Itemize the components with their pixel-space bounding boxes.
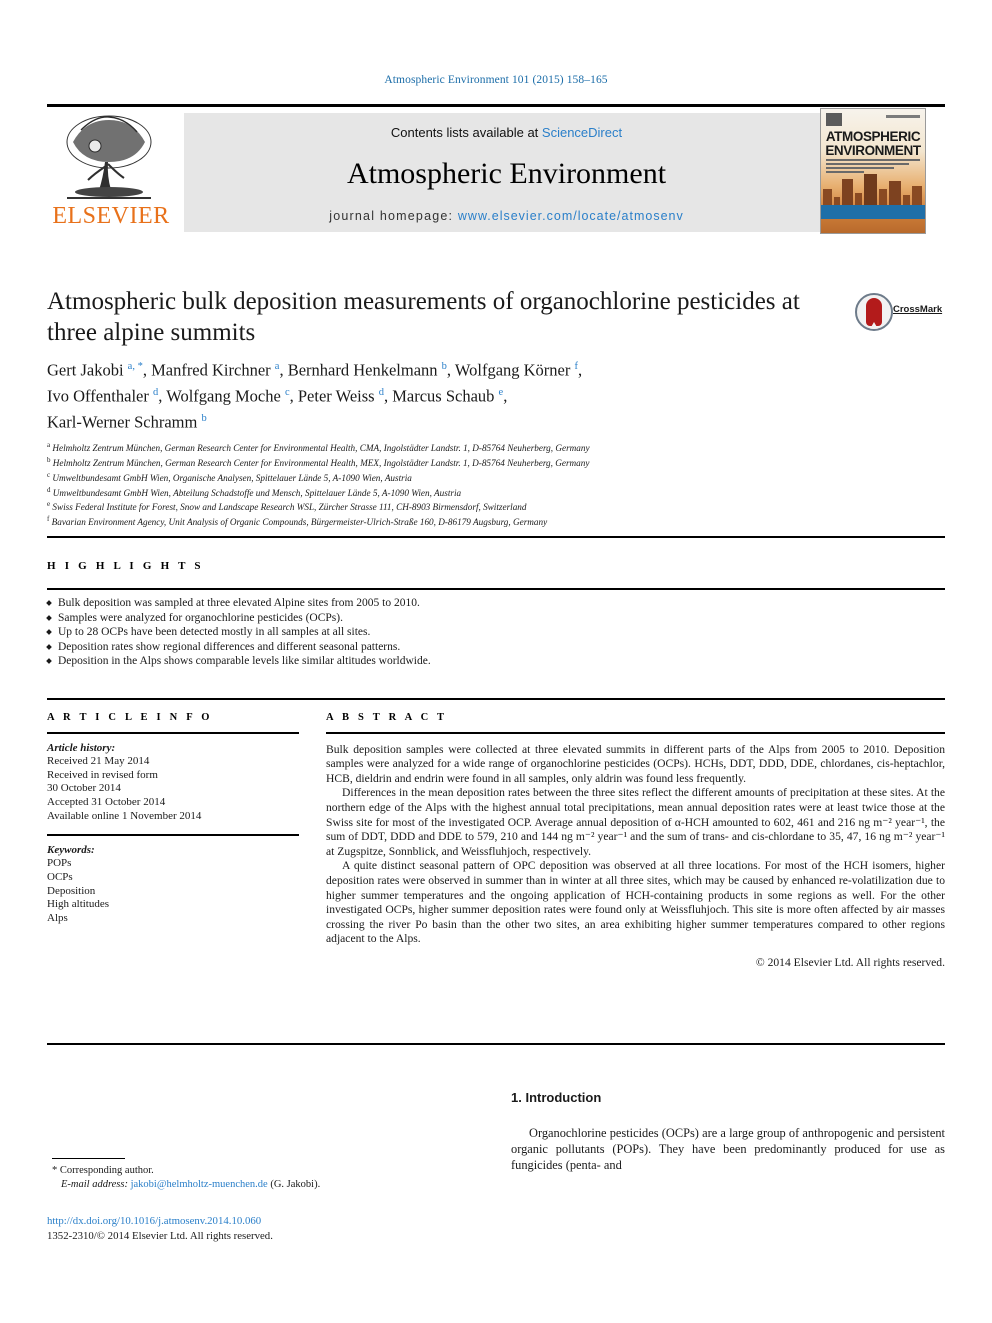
homepage-url-link[interactable]: www.elsevier.com/locate/atmosenv xyxy=(458,209,684,223)
article-info-heading: A R T I C L E I N F O xyxy=(47,712,213,723)
article-history-item: Received 21 May 2014 xyxy=(47,755,150,768)
article-info-divider xyxy=(47,834,299,836)
email-suffix: (G. Jakobi). xyxy=(267,1179,321,1190)
author-line-1: Gert Jakobi a, *, Manfred Kirchner a, Be… xyxy=(47,360,583,380)
corresponding-author-line: * Corresponding author. xyxy=(52,1165,154,1176)
abstract-paragraph: Differences in the mean deposition rates… xyxy=(326,786,945,858)
doi-link[interactable]: http://dx.doi.org/10.1016/j.atmosenv.201… xyxy=(47,1214,507,1229)
crossmark-badge[interactable]: CrossMark xyxy=(855,293,945,331)
cover-water-band xyxy=(821,205,925,219)
affiliation-item: e Swiss Federal Institute for Forest, Sn… xyxy=(47,500,527,513)
author-list: Gert Jakobi a, *, Manfred Kirchner a, Be… xyxy=(47,356,817,434)
highlight-item: Bulk deposition was sampled at three ele… xyxy=(46,596,907,611)
elsevier-logo: ELSEVIER xyxy=(47,112,175,232)
highlights-top-rule xyxy=(47,536,945,538)
cover-header-text xyxy=(886,115,920,118)
affiliation-item: b Helmholtz Zentrum München, German Rese… xyxy=(47,455,590,468)
abstract-rule xyxy=(326,732,945,734)
article-history-block: Article history: Received 21 May 2014 Rec… xyxy=(47,742,299,824)
abstract-body: Bulk deposition samples were collected a… xyxy=(326,743,945,947)
abstract-paragraph: Bulk deposition samples were collected a… xyxy=(326,742,945,785)
affiliation-item: a Helmholtz Zentrum München, German Rese… xyxy=(47,441,590,454)
keyword-item: POPs xyxy=(47,857,72,870)
cover-elsevier-mark xyxy=(826,113,842,126)
sciencedirect-link[interactable]: ScienceDirect xyxy=(542,125,622,140)
crossmark-label: CrossMark xyxy=(893,304,943,315)
highlight-item: Deposition in the Alps shows comparable … xyxy=(46,654,907,669)
highlights-mid-rule xyxy=(47,588,945,590)
masthead-top-rule xyxy=(47,104,945,107)
article-page: Atmospheric Environment 101 (2015) 158–1… xyxy=(0,0,992,1323)
highlight-item: Deposition rates show regional differenc… xyxy=(46,640,907,655)
highlights-list: Bulk deposition was sampled at three ele… xyxy=(46,596,907,669)
page-title: Atmospheric bulk deposition measurements… xyxy=(47,288,800,346)
article-info-rule xyxy=(47,732,299,734)
footnote-rule xyxy=(52,1158,125,1160)
abstract-heading: A B S T R A C T xyxy=(326,712,448,723)
author-line-2: Ivo Offenthaler d, Wolfgang Moche c, Pet… xyxy=(47,386,508,406)
cover-skyline-illustration xyxy=(821,165,925,219)
elsevier-wordmark: ELSEVIER xyxy=(52,203,170,229)
article-history-item: Accepted 31 October 2014 xyxy=(47,795,166,808)
bullet-icon xyxy=(46,643,52,650)
keyword-item: Alps xyxy=(47,911,68,924)
affiliation-item: c Umweltbundesamt GmbH Wien, Organische … xyxy=(47,470,412,483)
affiliation-list: a Helmholtz Zentrum München, German Rese… xyxy=(47,440,907,529)
info-abstract-top-rule xyxy=(47,698,945,700)
cover-title-line2: ENVIRONMENT xyxy=(825,142,921,158)
contents-prefix: Contents lists available at xyxy=(390,125,542,140)
bullet-icon xyxy=(46,658,52,665)
keyword-item: High altitudes xyxy=(47,898,110,911)
highlight-item: Samples were analyzed for organochlorine… xyxy=(46,611,907,626)
journal-homepage-line: journal homepage: www.elsevier.com/locat… xyxy=(184,209,829,223)
article-history-item: Available online 1 November 2014 xyxy=(47,809,202,822)
abstract-paragraph: A quite distinct seasonal pattern of OPC… xyxy=(326,859,945,946)
keywords-label: Keywords: xyxy=(47,843,95,856)
journal-cover-thumbnail: ATMOSPHERIC ENVIRONMENT xyxy=(820,108,926,234)
bullet-icon xyxy=(46,629,52,636)
crossmark-icon xyxy=(855,293,893,331)
journal-masthead: ELSEVIER Contents lists available at Sci… xyxy=(47,104,945,232)
cover-title: ATMOSPHERIC ENVIRONMENT xyxy=(821,130,925,157)
keyword-item: OCPs xyxy=(47,870,73,883)
email-link[interactable]: jakobi@helmholtz-muenchen.de xyxy=(131,1179,268,1190)
corresponding-author-footnote: * Corresponding author. E-mail address: … xyxy=(52,1164,472,1192)
introduction-heading: 1. Introduction xyxy=(511,1090,602,1105)
introduction-body: Organochlorine pesticides (OCPs) are a l… xyxy=(511,1125,945,1173)
highlights-heading: H I G H L I G H T S xyxy=(47,560,204,572)
affiliation-item: d Umweltbundesamt GmbH Wien, Abteilung S… xyxy=(47,485,462,498)
abstract-copyright: © 2014 Elsevier Ltd. All rights reserved… xyxy=(755,955,945,969)
doi-block: http://dx.doi.org/10.1016/j.atmosenv.201… xyxy=(47,1214,507,1243)
abstract-column: A B S T R A C T Bulk deposition samples … xyxy=(326,712,945,969)
homepage-label: journal homepage: xyxy=(329,209,458,223)
masthead-panel: Contents lists available at ScienceDirec… xyxy=(184,113,829,232)
keywords-block: Keywords: POPs OCPs Deposition High altitud… xyxy=(47,844,299,926)
bullet-icon xyxy=(46,600,52,606)
article-history-label: Article history: xyxy=(47,741,116,754)
keyword-item: Deposition xyxy=(47,884,96,897)
issn-copyright-line: 1352-2310/© 2014 Elsevier Ltd. All right… xyxy=(47,1229,273,1242)
elsevier-tree-icon xyxy=(66,115,152,199)
article-info-column: A R T I C L E I N F O Article history: R… xyxy=(47,712,299,925)
introduction-paragraph: Organochlorine pesticides (OCPs) are a l… xyxy=(511,1126,945,1172)
journal-title: Atmospheric Environment xyxy=(346,157,667,190)
article-history-item: 30 October 2014 xyxy=(47,782,121,795)
highlight-item: Up to 28 OCPs have been detected mostly … xyxy=(46,625,907,640)
bullet-icon xyxy=(46,614,52,621)
email-line: E-mail address: jakobi@helmholtz-muenche… xyxy=(52,1178,472,1192)
author-line-3: Karl-Werner Schramm b xyxy=(47,412,207,432)
running-head: Atmospheric Environment 101 (2015) 158–1… xyxy=(384,74,608,86)
contents-available-line: Contents lists available at ScienceDirec… xyxy=(184,125,829,140)
info-abstract-bottom-rule xyxy=(47,1043,945,1045)
article-history-item: Received in revised form xyxy=(47,768,158,781)
email-label: E-mail address: xyxy=(61,1179,131,1190)
affiliation-item: f Bavarian Environment Agency, Unit Anal… xyxy=(47,515,548,528)
